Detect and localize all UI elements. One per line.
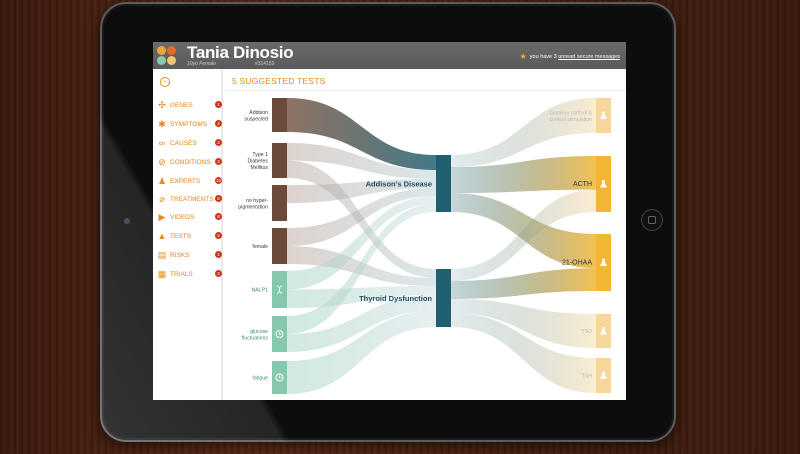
chart-icon: ▤: [157, 250, 167, 260]
sidebar-item-symptoms[interactable]: ✱ SYMPTOMS 4: [157, 118, 223, 132]
flask-icon: ▲: [157, 231, 167, 241]
sidebar-item-label: CONDITIONS: [170, 159, 211, 166]
patient-info: 10yo Female: [187, 61, 216, 67]
count-badge: 8: [215, 213, 222, 220]
bandage-icon: ⊘: [158, 157, 166, 167]
app-logo-icon: [157, 46, 177, 66]
source-label: no hyper-pigmentation: [238, 198, 268, 211]
sidebar-item-label: VIDEOS: [170, 214, 195, 221]
video-icon: ▶: [158, 212, 166, 222]
sidebar-item-tests[interactable]: ▲ TESTS 5: [157, 230, 223, 244]
pill-icon: ⌀: [159, 194, 165, 204]
test-label: 21-OHAA: [562, 260, 592, 267]
sidebar-item-causes[interactable]: ∞ CAUSES 2: [157, 137, 223, 151]
source-label: fatigue: [252, 376, 268, 382]
link-icon: ∞: [158, 138, 166, 148]
top-bar: Tania Dinosio 10yo Female #314159 ★ you h…: [153, 42, 626, 69]
star-icon: ★: [519, 52, 527, 61]
count-badge: 2: [215, 139, 222, 146]
message-notice: ★ you have 3 unread secure messages: [520, 52, 620, 61]
sidebar: ‹ ✣ GENES 1 ✱ SYMPTOMS 4 ∞ CAUSES 2 ⊘ CONDITIONS 2 ♟…: [153, 69, 223, 400]
sidebar-item-risks[interactable]: ▤ RISKS 1: [157, 249, 223, 263]
people-icon: ♟: [157, 176, 167, 186]
main-panel: 5 SUGGESTED TESTS Addison suspected Type 1…: [225, 69, 626, 400]
count-badge: 4: [215, 120, 222, 127]
sidebar-item-label: SYMPTOMS: [170, 121, 208, 128]
app-screen: Tania Dinosio 10yo Female #314159 ★ you h…: [153, 42, 626, 400]
test-label: ACTH: [573, 181, 592, 188]
source-label: NALP1: [252, 288, 269, 294]
condition-label: Addison's Disease: [366, 180, 432, 189]
sidebar-item-label: CAUSES: [170, 140, 197, 147]
unread-messages-link[interactable]: unread secure messages: [558, 54, 620, 60]
source-node[interactable]: [272, 228, 287, 264]
sidebar-item-label: RISKS: [170, 252, 190, 259]
source-node[interactable]: [272, 185, 287, 221]
message-prefix: you have 3: [529, 54, 559, 60]
source-node[interactable]: [272, 98, 287, 132]
condition-node[interactable]: [436, 269, 451, 327]
sidebar-item-trials[interactable]: ▦ TRIALS 2: [157, 268, 223, 282]
condition-node[interactable]: [436, 155, 451, 212]
source-node[interactable]: [272, 143, 287, 178]
count-badge: 5: [215, 195, 222, 202]
count-badge: 2: [215, 270, 222, 277]
patient-name: Tania Dinosio: [187, 43, 294, 62]
sidebar-item-genes[interactable]: ✣ GENES 1: [157, 99, 223, 113]
count-badge: 1: [215, 251, 222, 258]
sidebar-item-conditions[interactable]: ⊘ CONDITIONS 2: [157, 156, 223, 170]
count-badge: 10: [215, 177, 222, 184]
camera-icon: [124, 218, 130, 224]
body-icon: ✱: [158, 119, 166, 129]
home-button[interactable]: [641, 209, 663, 231]
test-label: TSO: [581, 329, 592, 335]
source-label: female: [252, 244, 268, 250]
test-label: TSH: [582, 374, 593, 380]
source-label: glucose fluctuations: [242, 329, 269, 342]
sidebar-item-label: GENES: [170, 102, 193, 109]
source-label: Addison suspected: [244, 110, 268, 123]
clipboard-icon: ▦: [157, 269, 167, 279]
count-badge: 5: [215, 232, 222, 239]
test-label: baseline cortisol & cortisol stimulation: [549, 110, 592, 123]
condition-label: Thyroid Dysfunction: [359, 294, 432, 303]
dna-icon: ✣: [158, 100, 166, 110]
sidebar-item-label: TRIALS: [170, 271, 193, 278]
count-badge: 2: [215, 158, 222, 165]
sankey-diagram: Addison suspected Type 1 Diabetes Mellitus no…: [238, 98, 611, 394]
sidebar-item-label: EXPERTS: [170, 178, 201, 185]
source-label: Type 1 Diabetes Mellitus: [248, 152, 269, 171]
patient-id: #314159: [255, 61, 275, 67]
sidebar-item-experts[interactable]: ♟ EXPERTS 10: [157, 175, 223, 189]
count-badge: 1: [215, 101, 222, 108]
back-arrow-icon[interactable]: ‹: [160, 77, 170, 87]
sidebar-item-treatments[interactable]: ⌀ TREATMENTS 5: [157, 193, 223, 207]
sidebar-item-label: TREATMENTS: [170, 196, 214, 203]
sidebar-item-label: TESTS: [170, 233, 191, 240]
sidebar-item-videos[interactable]: ▶ VIDEOS 8: [157, 211, 223, 225]
